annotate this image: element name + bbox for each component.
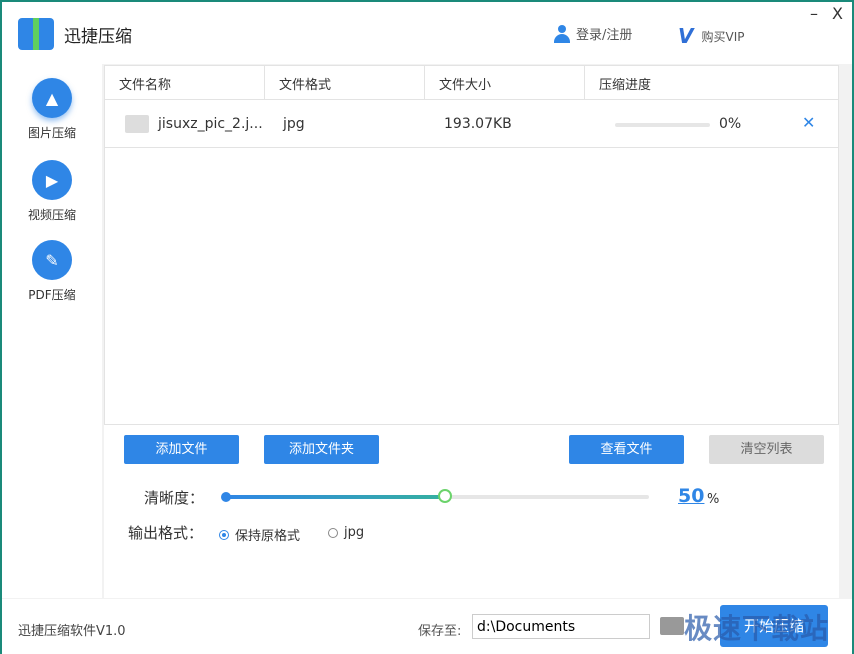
file-format: jpg (283, 116, 305, 132)
slider-handle[interactable] (438, 489, 452, 503)
app-logo-icon (18, 18, 54, 50)
column-header: 文件大小 (425, 66, 585, 99)
login-button[interactable]: 登录/注册 (554, 24, 632, 43)
version-label: 迅捷压缩软件V1.0 (18, 624, 126, 639)
app-window: 迅捷压缩 登录/注册 V 购买VIP – X ▲ 图片压缩 ▶ 视频压缩 ✎ PDF压缩… (0, 0, 854, 654)
view-files-button[interactable]: 查看文件 (569, 435, 684, 464)
sidebar: ▲ 图片压缩 ▶ 视频压缩 ✎ PDF压缩 (2, 64, 102, 598)
add-file-button[interactable]: 添加文件 (124, 435, 239, 464)
clarity-value: 50 (678, 485, 705, 507)
close-button[interactable]: X (832, 4, 843, 23)
slider-start (221, 492, 231, 502)
format-option-jpg[interactable]: jpg (328, 525, 364, 540)
save-to-label: 保存至: (418, 624, 462, 639)
vip-icon: V (678, 24, 694, 48)
clarity-unit: % (707, 492, 720, 507)
user-icon (554, 24, 570, 43)
clear-list-button[interactable]: 清空列表 (709, 435, 824, 464)
column-header: 压缩进度 (599, 78, 652, 93)
file-name: jisuxz_pic_2.j... (158, 116, 263, 132)
column-header: 文件格式 (265, 66, 425, 99)
save-path-input[interactable] (472, 614, 650, 639)
play-icon: ▶ (32, 160, 72, 200)
sidebar-item-video-compress[interactable]: ▶ 视频压缩 (2, 160, 102, 223)
remove-file-button[interactable]: ✕ (802, 113, 815, 132)
login-label: 登录/注册 (576, 28, 633, 43)
progress-text: 0% (719, 116, 742, 132)
title-bar: 迅捷压缩 登录/注册 V 购买VIP – X (2, 2, 852, 64)
slider-fill (224, 495, 445, 499)
app-title: 迅捷压缩 (64, 27, 132, 47)
sidebar-item-image-compress[interactable]: ▲ 图片压缩 (2, 78, 102, 141)
sidebar-item-label: 图片压缩 (27, 126, 76, 140)
sidebar-item-pdf-compress[interactable]: ✎ PDF压缩 (2, 240, 102, 303)
radio-label: 保持原格式 (235, 529, 301, 544)
pdf-icon: ✎ (32, 240, 72, 280)
table-row[interactable]: jisuxz_pic_2.j... jpg 193.07KB 0% ✕ (105, 100, 838, 148)
start-compress-button[interactable]: 开始压缩 (720, 605, 828, 647)
minimize-button[interactable]: – (810, 4, 818, 23)
column-header: 文件名称 (105, 66, 265, 99)
footer: 迅捷压缩软件V1.0 保存至: 开始压缩 极速下载站 (2, 599, 852, 654)
table-header: 文件名称 文件格式 文件大小 压缩进度 (105, 66, 838, 100)
clarity-label: 清晰度： (144, 489, 205, 507)
format-option-original[interactable]: 保持原格式 (219, 525, 300, 544)
sidebar-item-label: 视频压缩 (27, 208, 76, 222)
radio-checked (219, 529, 229, 540)
progress-bar (615, 123, 710, 127)
radio-label: jpg (344, 525, 365, 540)
controls-panel: 添加文件 添加文件夹 查看文件 清空列表 清晰度： 50 % 输出格式： 保持原… (104, 425, 839, 598)
clarity-slider[interactable] (221, 489, 649, 503)
image-file-icon (125, 115, 149, 133)
folder-icon[interactable] (660, 617, 684, 635)
buy-vip-button[interactable]: V 购买VIP (678, 24, 744, 48)
file-size: 193.07KB (444, 116, 512, 132)
file-table: 文件名称 文件格式 文件大小 压缩进度 jisuxz_pic_2.j... jp… (104, 65, 839, 425)
output-format-label: 输出格式： (128, 524, 204, 542)
add-folder-button[interactable]: 添加文件夹 (264, 435, 379, 464)
radio-unchecked (328, 527, 338, 538)
image-icon: ▲ (32, 78, 72, 118)
sidebar-item-label: PDF压缩 (28, 288, 76, 302)
vip-label: 购买VIP (701, 29, 745, 44)
